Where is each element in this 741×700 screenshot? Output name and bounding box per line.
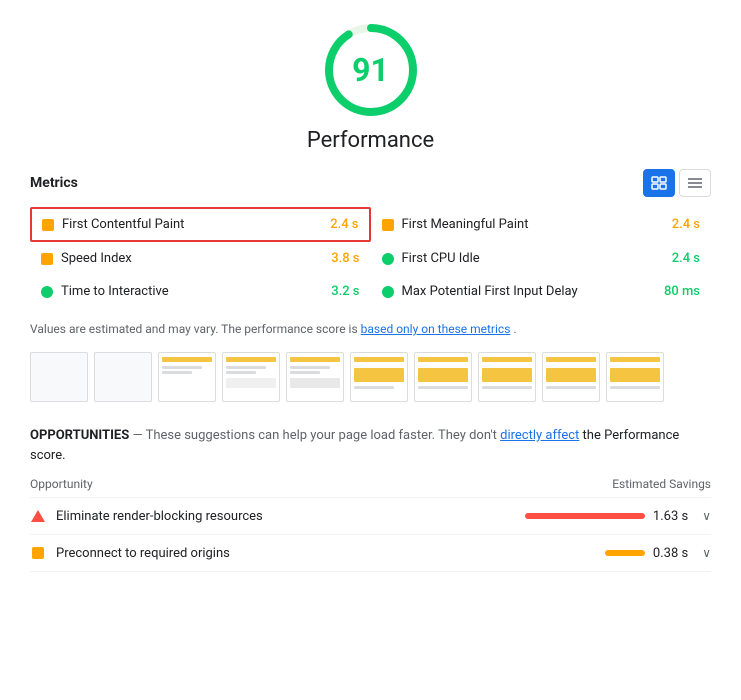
filmstrip-frame-7 [414, 352, 472, 402]
opportunities-section: OPPORTUNITIES — These suggestions can he… [30, 426, 711, 572]
metric-name: First CPU Idle [402, 251, 664, 266]
filmstrip-frame-3 [158, 352, 216, 402]
filmstrip-frame-4 [222, 352, 280, 402]
metrics-section: Metrics First Conte [30, 169, 711, 308]
opp-value: 0.38 s [653, 546, 688, 561]
filmstrip-frame-10 [606, 352, 664, 402]
metric-dot [382, 253, 394, 265]
metric-first-cpu-idle[interactable]: First CPU Idle 2.4 s [371, 242, 712, 275]
metric-value: 3.2 s [331, 284, 359, 299]
opp-columns-header: Opportunity Estimated Savings [30, 477, 711, 498]
metrics-info-link[interactable]: based only on these metrics [361, 322, 511, 336]
metrics-header: Metrics [30, 169, 711, 197]
metric-dot [382, 286, 394, 298]
metric-dot [41, 253, 53, 265]
metric-value: 2.4 s [672, 217, 700, 232]
opp-col-savings: Estimated Savings [612, 477, 711, 491]
filmstrip-frame-2 [94, 352, 152, 402]
metric-speed-index[interactable]: Speed Index 3.8 s [30, 242, 371, 275]
chevron-down-icon: ∨ [702, 546, 711, 560]
score-label: Performance [307, 128, 434, 153]
metrics-grid: First Contentful Paint 2.4 s First Meani… [30, 207, 711, 308]
opp-value: 1.63 s [653, 509, 688, 524]
info-text-prefix: Values are estimated and may vary. The p… [30, 322, 361, 336]
opp-item-eliminate-render-blocking[interactable]: Eliminate render-blocking resources 1.63… [30, 498, 711, 535]
metric-name: Max Potential First Input Delay [402, 284, 656, 299]
opp-name: Preconnect to required origins [56, 546, 605, 561]
opportunities-header: OPPORTUNITIES — These suggestions can he… [30, 426, 711, 465]
grid-view-toggle[interactable] [643, 169, 675, 197]
opp-name: Eliminate render-blocking resources [56, 509, 525, 524]
metric-name: First Meaningful Paint [402, 217, 664, 232]
view-toggles [643, 169, 711, 197]
metric-time-to-interactive[interactable]: Time to Interactive 3.2 s [30, 275, 371, 308]
opp-bar-wrapper: 1.63 s ∨ [525, 509, 711, 524]
opp-icon-warning-orange [30, 545, 46, 561]
filmstrip [30, 352, 711, 406]
filmstrip-frame-9 [542, 352, 600, 402]
opp-bar-wrapper: 0.38 s ∨ [605, 546, 711, 561]
filmstrip-frame-8 [478, 352, 536, 402]
info-text-suffix: . [513, 322, 516, 336]
metric-value: 2.4 s [330, 217, 358, 232]
metric-value: 80 ms [664, 284, 700, 299]
triangle-icon [31, 510, 45, 522]
metric-value: 3.8 s [331, 251, 359, 266]
metric-name: Speed Index [61, 251, 323, 266]
metric-first-meaningful-paint[interactable]: First Meaningful Paint 2.4 s [371, 207, 712, 242]
metric-dot [41, 286, 53, 298]
metrics-info-text: Values are estimated and may vary. The p… [30, 320, 711, 338]
opp-progress-bar [525, 513, 645, 519]
metric-dot [382, 219, 394, 231]
score-circle: 91 [321, 20, 421, 120]
list-view-toggle[interactable] [679, 169, 711, 197]
metric-name: First Contentful Paint [62, 217, 322, 232]
chevron-down-icon: ∨ [702, 509, 711, 523]
filmstrip-frame-5 [286, 352, 344, 402]
opp-progress-bar [605, 550, 645, 556]
filmstrip-frame-1 [30, 352, 88, 402]
score-value: 91 [352, 51, 389, 89]
score-section: 91 Performance [30, 20, 711, 153]
opp-header-link[interactable]: directly affect [500, 428, 579, 443]
metrics-title: Metrics [30, 175, 78, 191]
opp-item-preconnect[interactable]: Preconnect to required origins 0.38 s ∨ [30, 535, 711, 572]
metric-value: 2.4 s [672, 251, 700, 266]
metric-name: Time to Interactive [61, 284, 323, 299]
opp-icon-warning [30, 508, 46, 524]
metric-max-potential-fid[interactable]: Max Potential First Input Delay 80 ms [371, 275, 712, 308]
opp-header-bold: OPPORTUNITIES [30, 428, 129, 443]
metric-first-contentful-paint[interactable]: First Contentful Paint 2.4 s [30, 207, 371, 242]
filmstrip-frame-6 [350, 352, 408, 402]
metric-dot [42, 219, 54, 231]
opp-header-gray: — These suggestions can help your page l… [132, 428, 500, 443]
square-icon [32, 547, 44, 559]
opp-col-opportunity: Opportunity [30, 477, 93, 491]
